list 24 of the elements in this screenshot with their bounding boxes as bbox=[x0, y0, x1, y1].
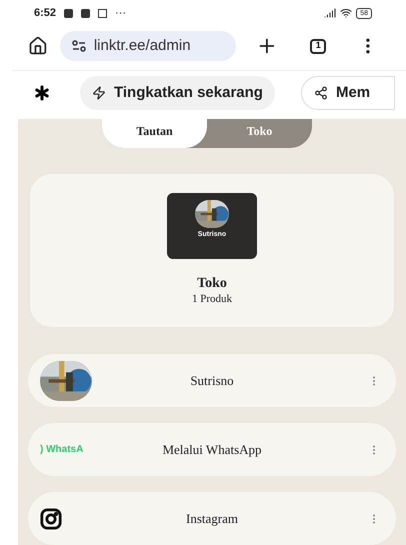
link-title: Melalui WhatsApp bbox=[161, 440, 263, 459]
link-card[interactable]: ) WhatsA Melalui WhatsApp bbox=[28, 423, 396, 476]
link-title: Instagram bbox=[185, 510, 239, 528]
product-count: 1 Produk bbox=[192, 292, 232, 306]
tab[interactable]: Tautan bbox=[102, 119, 207, 148]
address-bar[interactable]: linktr.ee/admin bbox=[60, 31, 236, 61]
share-button[interactable]: Mem bbox=[300, 76, 396, 110]
link-card[interactable]: Sutrisno bbox=[28, 354, 396, 407]
shop-title: Toko bbox=[197, 275, 227, 293]
thumbnail-text: ) WhatsA bbox=[40, 443, 84, 457]
lightning-icon bbox=[92, 86, 106, 100]
link-title: Sutrisno bbox=[189, 372, 235, 390]
link-card[interactable]: Instagram bbox=[28, 492, 396, 545]
signal-icon bbox=[324, 7, 336, 19]
url-text: linktr.ee/admin bbox=[94, 36, 191, 56]
home-icon[interactable] bbox=[28, 36, 48, 56]
tab-count-button[interactable]: 1 bbox=[310, 38, 326, 54]
site-settings-icon bbox=[72, 40, 86, 52]
status-time: 6:52 bbox=[34, 6, 56, 21]
more-notifications: ··· bbox=[115, 6, 126, 21]
tab[interactable]: Toko bbox=[207, 119, 312, 148]
camera-icon bbox=[40, 508, 62, 530]
share-icon bbox=[314, 86, 328, 100]
upgrade-button[interactable]: Tingkatkan sekarang bbox=[80, 76, 275, 110]
